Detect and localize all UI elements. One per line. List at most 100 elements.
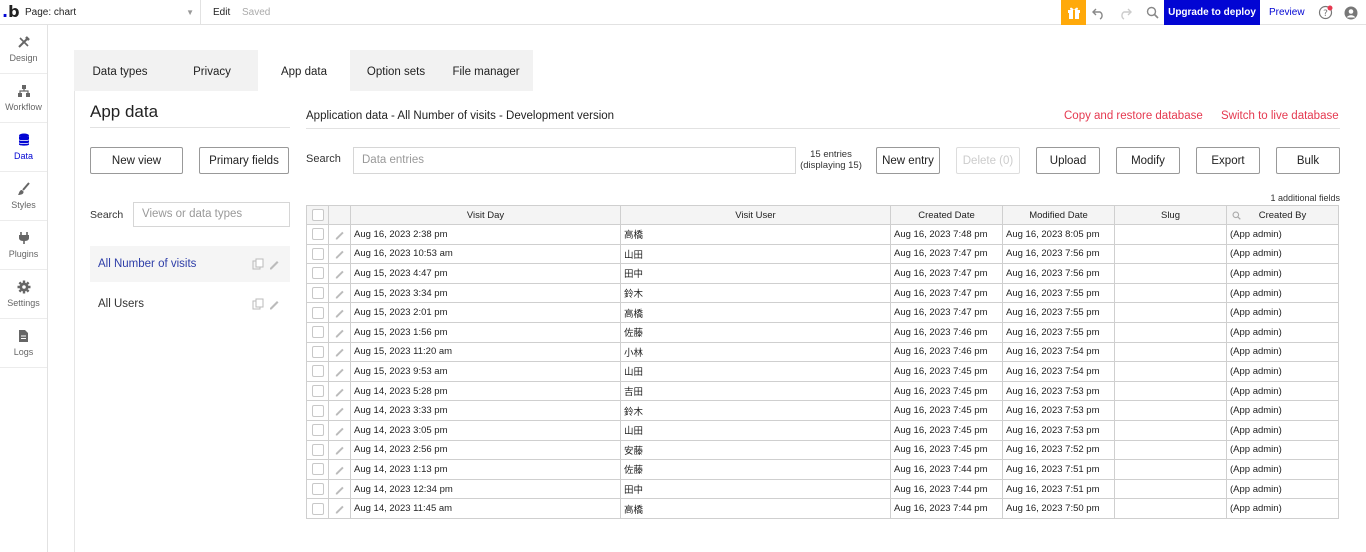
pencil-icon[interactable] [334, 288, 345, 299]
table-cell[interactable]: 安藤 [620, 439, 891, 461]
column-header[interactable]: Modified Date [1002, 205, 1115, 225]
bulk-button[interactable]: Bulk [1276, 147, 1340, 174]
table-cell[interactable]: 山田 [620, 243, 891, 265]
table-cell[interactable]: Aug 16, 2023 7:44 pm [890, 459, 1003, 480]
table-cell[interactable]: Aug 16, 2023 10:53 am [350, 243, 621, 265]
table-row[interactable]: Aug 15, 2023 9:53 am 山田 Aug 16, 2023 7:45 … [306, 361, 1339, 382]
table-cell[interactable]: Aug 16, 2023 7:47 pm [890, 243, 1003, 265]
table-cell[interactable] [1114, 419, 1227, 441]
table-cell[interactable] [1114, 224, 1227, 245]
table-cell[interactable]: Aug 16, 2023 7:53 pm [1002, 380, 1115, 402]
table-cell[interactable]: (App admin) [1226, 400, 1339, 421]
row-checkbox[interactable] [311, 326, 324, 339]
table-cell[interactable]: (App admin) [1226, 459, 1339, 480]
pencil-icon[interactable] [334, 268, 345, 279]
pencil-icon[interactable] [334, 346, 345, 357]
table-cell[interactable]: 高橋 [620, 302, 891, 323]
table-cell[interactable]: Aug 16, 2023 7:45 pm [890, 380, 1003, 402]
type-item-all-users[interactable]: All Users [90, 286, 290, 322]
tab-app-data[interactable]: App data [258, 50, 350, 91]
table-cell[interactable]: 高橋 [620, 224, 891, 245]
table-cell[interactable]: 佐藤 [620, 321, 891, 343]
entries-search-input[interactable]: Data entries [353, 147, 796, 174]
table-cell[interactable]: Aug 15, 2023 4:47 pm [350, 263, 621, 284]
search-icon[interactable] [1232, 211, 1241, 220]
table-cell[interactable]: 吉田 [620, 380, 891, 402]
table-cell[interactable]: Aug 16, 2023 2:38 pm [350, 224, 621, 245]
tab-file-manager[interactable]: File manager [442, 50, 530, 91]
row-checkbox[interactable] [311, 345, 324, 358]
rail-item-design[interactable]: Design [0, 25, 47, 74]
additional-fields-link[interactable]: 1 additional fields [1270, 193, 1340, 203]
table-row[interactable]: Aug 14, 2023 2:56 pm 安藤 Aug 16, 2023 7:45 … [306, 439, 1339, 461]
pencil-icon[interactable] [334, 386, 345, 397]
table-cell[interactable]: Aug 16, 2023 7:53 pm [1002, 400, 1115, 421]
copy-icon[interactable] [252, 298, 264, 310]
table-row[interactable]: Aug 15, 2023 4:47 pm 田中 Aug 16, 2023 7:47 … [306, 263, 1339, 284]
row-checkbox[interactable] [311, 404, 324, 417]
pencil-icon[interactable] [334, 327, 345, 338]
pencil-icon[interactable] [334, 248, 345, 259]
new-entry-button[interactable]: New entry [876, 147, 940, 174]
table-cell[interactable]: Aug 15, 2023 11:20 am [350, 341, 621, 363]
table-cell[interactable] [1114, 282, 1227, 304]
table-cell[interactable] [1114, 478, 1227, 500]
table-cell[interactable]: Aug 14, 2023 5:28 pm [350, 380, 621, 402]
table-cell[interactable]: Aug 14, 2023 11:45 am [350, 498, 621, 519]
table-cell[interactable]: (App admin) [1226, 380, 1339, 402]
type-item-all-number-of-visits[interactable]: All Number of visits [90, 246, 290, 282]
pencil-icon[interactable] [334, 464, 345, 475]
help-button[interactable]: ? [1314, 0, 1336, 25]
preview-link[interactable]: Preview [1269, 0, 1305, 25]
search-button[interactable] [1141, 0, 1163, 25]
table-cell[interactable]: Aug 16, 2023 7:48 pm [890, 224, 1003, 245]
table-cell[interactable]: Aug 16, 2023 7:45 pm [890, 400, 1003, 421]
rail-item-settings[interactable]: Settings [0, 270, 47, 319]
table-cell[interactable]: Aug 16, 2023 7:44 pm [890, 478, 1003, 500]
column-header[interactable]: Slug [1114, 205, 1227, 225]
rail-item-styles[interactable]: Styles [0, 172, 47, 221]
table-cell[interactable]: (App admin) [1226, 361, 1339, 382]
table-row[interactable]: Aug 16, 2023 10:53 am 山田 Aug 16, 2023 7:47… [306, 243, 1339, 265]
tab-privacy[interactable]: Privacy [166, 50, 258, 91]
pencil-icon[interactable] [334, 307, 345, 318]
rail-item-workflow[interactable]: Workflow [0, 74, 47, 123]
row-checkbox[interactable] [311, 267, 324, 280]
table-cell[interactable]: Aug 16, 2023 7:51 pm [1002, 459, 1115, 480]
pencil-icon[interactable] [334, 405, 345, 416]
select-all-checkbox[interactable] [311, 209, 324, 221]
table-cell[interactable]: (App admin) [1226, 478, 1339, 500]
pencil-icon[interactable] [334, 484, 345, 495]
table-cell[interactable] [1114, 263, 1227, 284]
copy-icon[interactable] [252, 258, 264, 270]
table-cell[interactable]: Aug 14, 2023 3:33 pm [350, 400, 621, 421]
table-cell[interactable]: 鈴木 [620, 400, 891, 421]
undo-button[interactable] [1088, 0, 1110, 25]
table-cell[interactable]: Aug 16, 2023 7:44 pm [890, 498, 1003, 519]
table-cell[interactable]: Aug 16, 2023 7:53 pm [1002, 419, 1115, 441]
primary-fields-button[interactable]: Primary fields [199, 147, 289, 174]
table-cell[interactable]: 山田 [620, 419, 891, 441]
table-cell[interactable]: 鈴木 [620, 282, 891, 304]
account-button[interactable] [1340, 0, 1362, 25]
table-cell[interactable]: (App admin) [1226, 419, 1339, 441]
table-row[interactable]: Aug 15, 2023 11:20 am 小林 Aug 16, 2023 7:46… [306, 341, 1339, 363]
table-cell[interactable] [1114, 243, 1227, 265]
table-cell[interactable] [1114, 459, 1227, 480]
table-cell[interactable]: Aug 16, 2023 7:55 pm [1002, 321, 1115, 343]
table-row[interactable]: Aug 15, 2023 3:34 pm 鈴木 Aug 16, 2023 7:47 … [306, 282, 1339, 304]
rail-item-data[interactable]: Data [0, 123, 47, 172]
delete-button[interactable]: Delete (0) [956, 147, 1020, 174]
pencil-icon[interactable] [268, 258, 280, 270]
table-cell[interactable]: Aug 16, 2023 7:45 pm [890, 361, 1003, 382]
table-cell[interactable]: (App admin) [1226, 282, 1339, 304]
table-cell[interactable]: (App admin) [1226, 224, 1339, 245]
table-cell[interactable] [1114, 361, 1227, 382]
bubble-logo[interactable]: .b [2, 2, 20, 21]
types-search-input[interactable]: Views or data types [133, 202, 290, 227]
modify-button[interactable]: Modify [1116, 147, 1180, 174]
table-cell[interactable] [1114, 498, 1227, 519]
column-header[interactable]: Created Date [890, 205, 1003, 225]
column-header[interactable]: Visit User [620, 205, 891, 225]
pencil-icon[interactable] [334, 229, 345, 240]
